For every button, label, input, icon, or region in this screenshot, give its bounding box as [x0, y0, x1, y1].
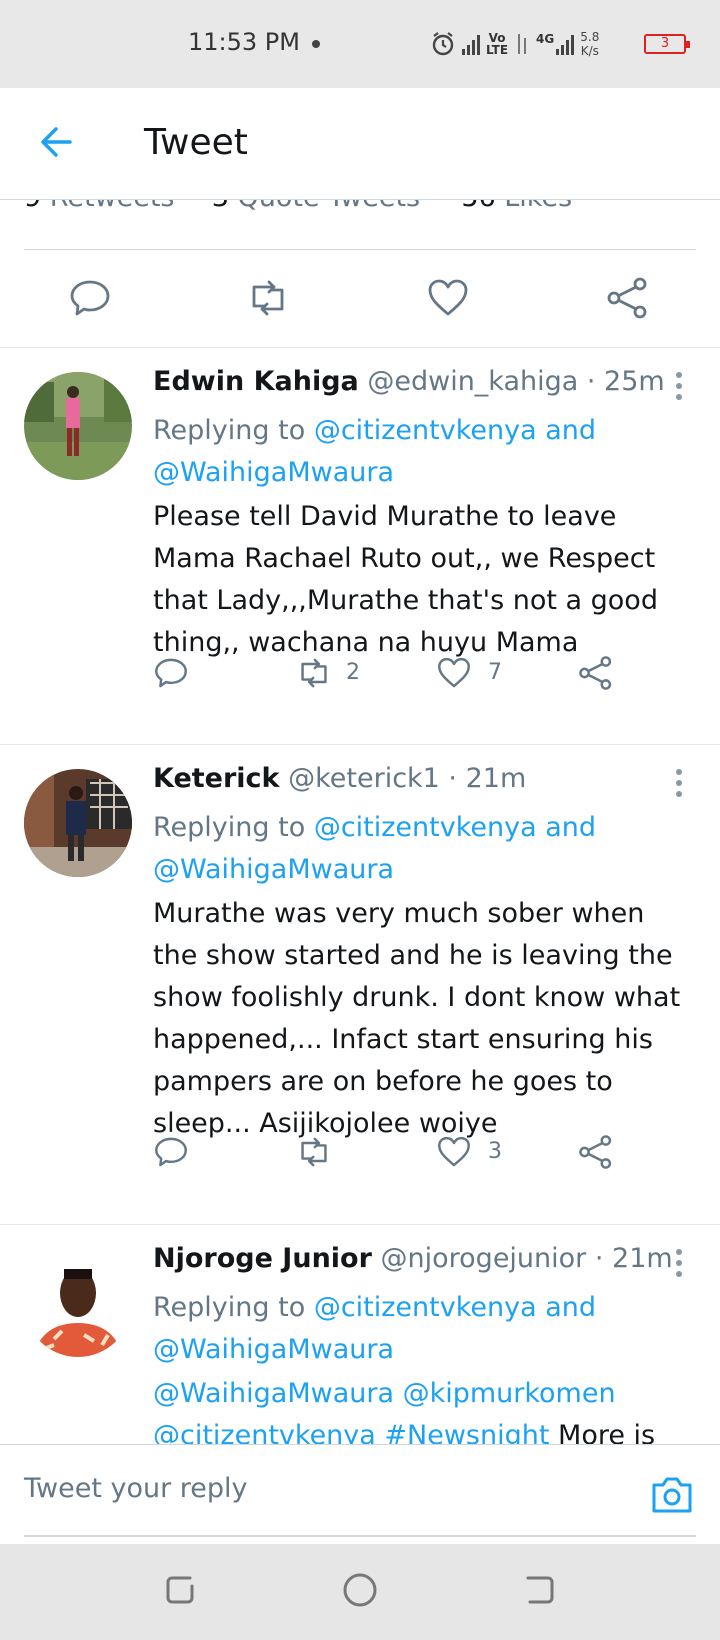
mention-link[interactable]: @citizentvkenya and — [314, 415, 596, 446]
like-count: 7 — [488, 660, 502, 685]
mention-link[interactable]: @WaihigaMwaura — [153, 457, 394, 488]
retweet-button[interactable] — [296, 1134, 332, 1170]
retweet-icon — [252, 280, 284, 316]
reply-header: Edwin Kahiga @edwin_kahiga · 25m — [153, 366, 665, 397]
share-icon — [607, 277, 647, 319]
retweet-button[interactable] — [296, 655, 332, 691]
home-button[interactable] — [340, 1570, 380, 1610]
heart-icon — [438, 657, 470, 688]
share-button[interactable] — [578, 1134, 614, 1170]
more-options-button[interactable] — [674, 1249, 684, 1279]
replying-to: Replying to @citizentvkenya and @Waihiga… — [153, 415, 597, 488]
reply-button[interactable] — [153, 1134, 189, 1170]
camera-button[interactable] — [650, 1475, 694, 1515]
comment-icon — [155, 1137, 187, 1167]
page-title: Tweet — [144, 122, 248, 163]
avatar[interactable] — [24, 769, 132, 877]
avatar-photo — [24, 1249, 132, 1357]
retweet-icon — [301, 1137, 327, 1167]
alarm-icon — [432, 32, 454, 56]
tweet-text: Murathe was very much sober when the sho… — [153, 898, 681, 1139]
mention-link[interactable]: @WaihigaMwaura — [153, 854, 394, 885]
author-name[interactable]: Keterick — [153, 763, 280, 794]
reply-button[interactable] — [68, 276, 112, 320]
author-meta: @keterick1 · 21m — [288, 763, 527, 794]
system-nav-bar — [0, 1544, 720, 1640]
mention-link[interactable]: @WaihigaMwaura @kipmurkomen — [153, 1378, 616, 1409]
network-signal: 4G — [536, 33, 575, 55]
avatar-photo — [24, 372, 132, 480]
camera-icon — [652, 1477, 692, 1513]
avatar[interactable] — [24, 1249, 132, 1357]
tweet-text: Please tell David Murathe to leave Mama … — [153, 501, 658, 658]
data-transfer-icon — [518, 34, 527, 54]
reply-tweet[interactable]: Edwin Kahiga @edwin_kahiga · 25m Replyin… — [0, 348, 720, 745]
more-options-button[interactable] — [674, 769, 684, 799]
reply-button[interactable] — [153, 655, 189, 691]
battery-icon: 3 — [644, 34, 690, 54]
retweet-icon — [301, 658, 327, 688]
home-circle-icon — [343, 1573, 377, 1607]
reply-input[interactable]: Tweet your reply — [24, 1473, 248, 1504]
top-app-bar: Tweet — [0, 88, 720, 200]
author-name[interactable]: Njoroge Junior — [153, 1243, 372, 1274]
heart-icon — [438, 1136, 470, 1167]
back-nav-icon — [526, 1576, 554, 1604]
heart-icon — [428, 279, 468, 316]
mention-link[interactable]: @WaihigaMwaura — [153, 1334, 394, 1365]
like-button[interactable] — [426, 276, 470, 320]
tweet-text: @WaihigaMwaura @kipmurkomen @citizentvke… — [153, 1373, 693, 1444]
retweet-button[interactable] — [246, 276, 290, 320]
retweet-count: 2 — [346, 660, 360, 685]
notification-dot — [312, 40, 320, 48]
status-icons: Vo LTE 4G 5.8 K/s — [430, 24, 599, 64]
author-meta: @njorogejunior · 21m — [380, 1243, 673, 1274]
signal-icon — [462, 33, 480, 55]
reply-header: Keterick @keterick1 · 21m — [153, 763, 526, 794]
more-options-button[interactable] — [674, 372, 684, 402]
arrow-left-icon — [41, 127, 72, 157]
reply-composer: Tweet your reply — [0, 1444, 720, 1544]
mention-link[interactable]: @citizentvkenya and — [314, 812, 596, 843]
replying-to: Replying to @citizentvkenya and @Waihiga… — [153, 812, 597, 885]
share-button[interactable] — [578, 655, 614, 691]
share-icon — [579, 656, 612, 690]
comment-icon — [155, 658, 187, 688]
reply-tweet[interactable]: Njoroge Junior @njorogejunior · 21m Repl… — [0, 1225, 720, 1444]
status-bar: 11:53 PM Vo LTE 4G 5.8 K/s 3 — [0, 0, 720, 88]
volte-badge: Vo LTE — [486, 31, 509, 57]
mention-link[interactable]: @citizentvkenya #Newsnight — [153, 1420, 549, 1444]
share-button[interactable] — [606, 276, 650, 320]
reply-tweet[interactable]: Keterick @keterick1 · 21m Replying to @c… — [0, 745, 720, 1225]
avatar-photo — [24, 769, 132, 877]
back-nav-button[interactable] — [520, 1570, 560, 1610]
avatar[interactable] — [24, 372, 132, 480]
status-time: 11:53 PM — [188, 28, 300, 56]
main-tweet-actions — [0, 252, 720, 348]
reply-header: Njoroge Junior @njorogejunior · 21m — [153, 1243, 673, 1274]
recent-apps-icon — [166, 1576, 194, 1604]
replying-to: Replying to @citizentvkenya and @Waihiga… — [153, 1292, 597, 1365]
network-speed: 5.8 K/s — [580, 30, 600, 58]
mention-link[interactable]: @citizentvkenya and — [314, 1292, 596, 1323]
divider — [24, 1535, 696, 1537]
back-button[interactable] — [36, 120, 80, 164]
like-count: 3 — [488, 1139, 502, 1164]
comment-icon — [70, 280, 110, 316]
author-meta: @edwin_kahiga · 25m — [367, 366, 665, 397]
author-name[interactable]: Edwin Kahiga — [153, 366, 359, 397]
share-icon — [579, 1135, 612, 1169]
recent-apps-button[interactable] — [160, 1570, 200, 1610]
like-button[interactable] — [436, 655, 472, 691]
like-button[interactable] — [436, 1134, 472, 1170]
